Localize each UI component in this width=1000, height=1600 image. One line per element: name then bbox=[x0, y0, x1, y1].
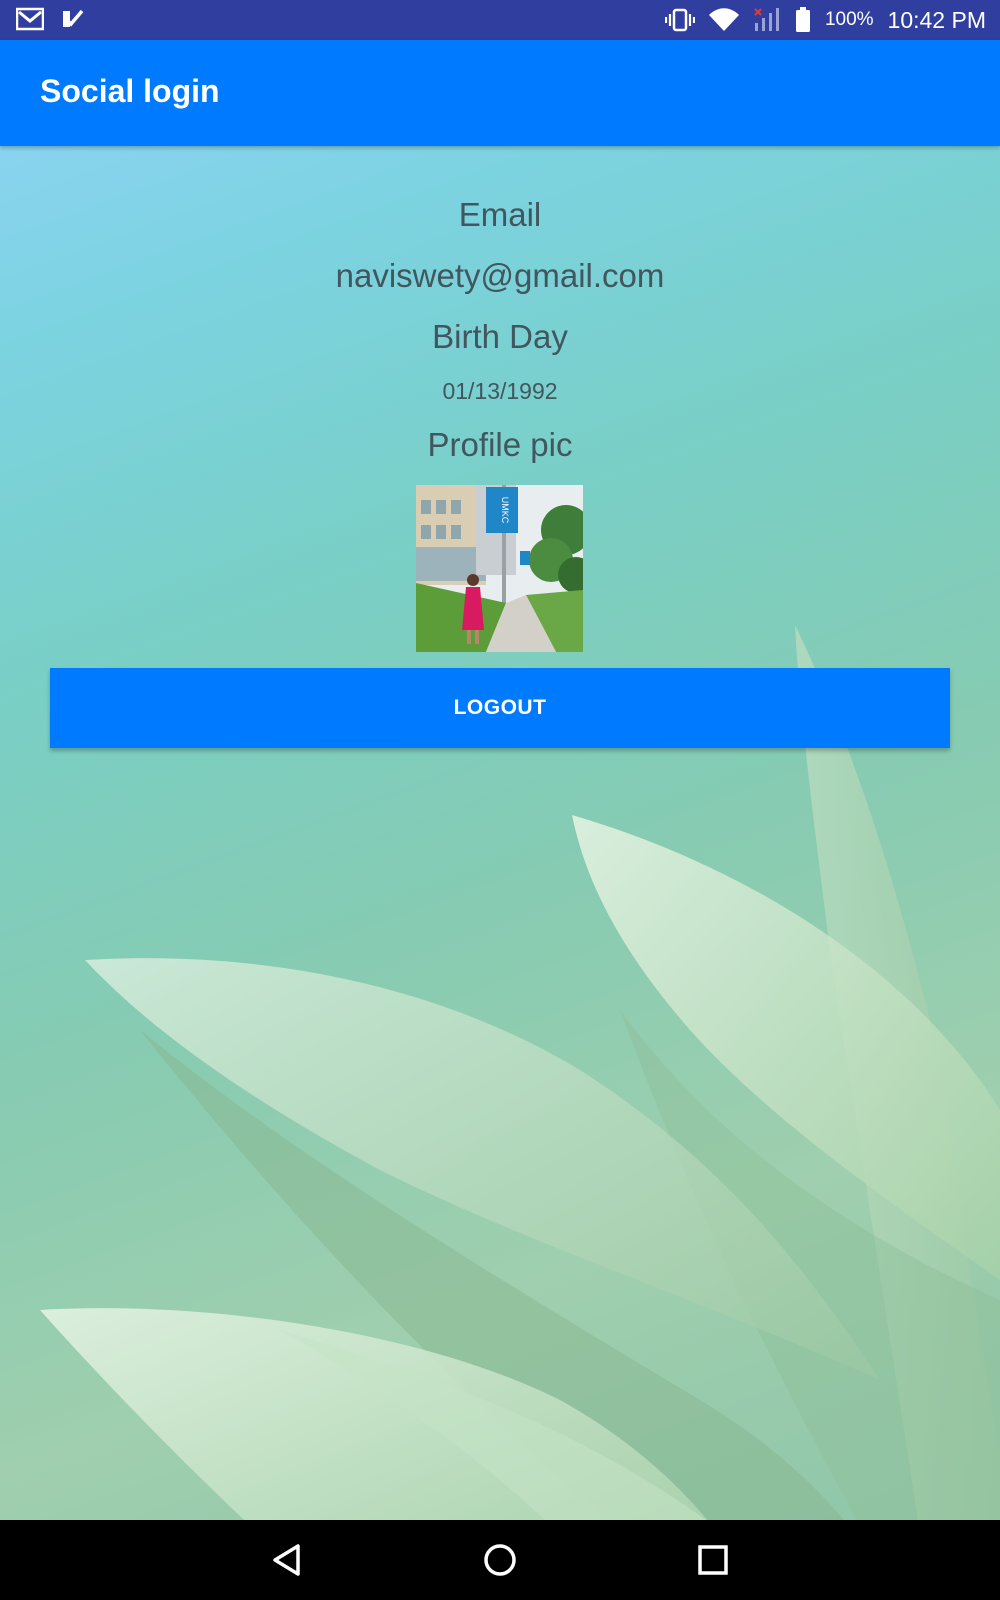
signal-icon bbox=[754, 8, 779, 31]
screen: 100% 10:42 PM Social login Email naviswe… bbox=[0, 0, 1000, 1600]
clock: 10:42 PM bbox=[887, 6, 986, 33]
birthday-label: Birth Day bbox=[432, 318, 568, 355]
profile-pic-banner-text: UMKC bbox=[500, 497, 510, 524]
navigation-bar bbox=[0, 1520, 1000, 1600]
wifi-icon bbox=[708, 8, 739, 31]
gmail-icon bbox=[16, 7, 44, 31]
battery-percentage: 100% bbox=[824, 9, 874, 30]
check-notification-icon bbox=[63, 9, 84, 27]
app-bar: Social login bbox=[0, 40, 1000, 146]
back-icon[interactable] bbox=[268, 1540, 308, 1580]
profile-pic: UMKC bbox=[416, 485, 583, 652]
app-title: Social login bbox=[40, 73, 220, 109]
logout-button[interactable]: LOGOUT bbox=[50, 668, 950, 748]
recents-icon[interactable] bbox=[693, 1540, 733, 1580]
wallpaper bbox=[40, 625, 1000, 1600]
battery-icon bbox=[795, 7, 810, 32]
profile-pic-label: Profile pic bbox=[427, 426, 573, 463]
home-icon[interactable] bbox=[480, 1540, 520, 1580]
email-label: Email bbox=[458, 196, 542, 233]
status-bar: 100% 10:42 PM bbox=[0, 0, 1000, 40]
email-value: naviswety@gmail.com bbox=[335, 257, 665, 294]
vibrate-icon bbox=[664, 8, 695, 32]
birthday-value: 01/13/1992 bbox=[442, 378, 558, 404]
